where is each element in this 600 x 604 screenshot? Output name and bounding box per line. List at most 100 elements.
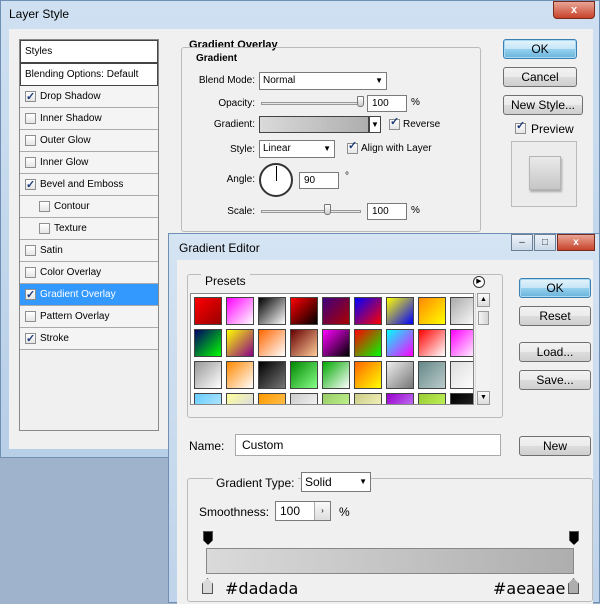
preset-swatch[interactable] [290,393,318,404]
preset-swatch[interactable] [226,329,254,357]
smoothness-input[interactable]: 100 › [275,501,331,521]
style-checkbox[interactable] [39,201,50,212]
preset-swatch[interactable] [386,393,414,404]
blend-mode-select[interactable]: Normal ▼ [259,72,387,90]
name-input[interactable]: Custom [235,434,501,456]
preset-swatch[interactable] [418,361,446,389]
preset-swatch[interactable] [194,329,222,357]
presets-scrollbar[interactable]: ▲ ▼ [475,293,490,405]
angle-input[interactable]: 90 [299,172,339,189]
style-item-texture[interactable]: Texture [20,218,158,240]
ok-button[interactable]: OK [519,278,591,298]
style-item-outer-glow[interactable]: Outer Glow [20,130,158,152]
style-item-satin[interactable]: Satin [20,240,158,262]
preset-swatch[interactable] [258,393,286,404]
style-checkbox[interactable] [25,267,36,278]
scrollbar-thumb[interactable] [478,311,489,325]
style-item-stroke[interactable]: Stroke [20,328,158,350]
layer-style-titlebar[interactable]: Layer Style x [1,1,599,27]
gradient-dropdown[interactable]: ▼ [369,116,381,133]
preset-swatch[interactable] [290,329,318,357]
style-checkbox[interactable] [25,135,36,146]
style-checkbox[interactable] [25,329,36,350]
style-item-contour[interactable]: Contour [20,196,158,218]
preset-swatch[interactable] [226,393,254,404]
scale-slider-thumb[interactable] [323,204,331,215]
close-icon[interactable]: x [553,1,595,19]
preset-swatch[interactable] [322,329,350,357]
preset-swatch[interactable] [354,297,382,325]
style-item-inner-shadow[interactable]: Inner Shadow [20,108,158,130]
preset-swatch[interactable] [258,297,286,325]
preset-swatch[interactable] [322,297,350,325]
preset-swatch[interactable] [386,297,414,325]
preset-swatch[interactable] [226,361,254,389]
style-checkbox[interactable] [25,311,36,322]
preset-swatch[interactable] [194,361,222,389]
style-item-color-overlay[interactable]: Color Overlay [20,262,158,284]
scroll-up-icon[interactable]: ▲ [477,293,490,307]
align-with-layer-checkbox[interactable] [347,139,358,154]
style-checkbox[interactable] [25,245,36,256]
preset-swatch[interactable] [418,329,446,357]
style-checkbox[interactable] [25,87,36,108]
preset-swatch[interactable] [386,329,414,357]
load-button[interactable]: Load... [519,342,591,362]
preset-swatch[interactable] [386,361,414,389]
reset-button[interactable]: Reset [519,306,591,326]
preset-swatch[interactable] [322,393,350,404]
angle-dial[interactable] [259,163,293,197]
opacity-slider[interactable] [261,102,361,105]
gradient-type-select[interactable]: Solid ▼ [301,472,371,492]
opacity-input[interactable]: 100 [367,95,407,112]
smoothness-stepper-icon[interactable]: › [314,502,330,520]
preset-swatch[interactable] [354,361,382,389]
preset-swatch[interactable] [450,329,473,357]
style-item-inner-glow[interactable]: Inner Glow [20,152,158,174]
presets-menu-icon[interactable]: ▶ [473,276,485,288]
style-checkbox[interactable] [25,175,36,196]
style-checkbox[interactable] [25,285,36,306]
preset-swatch[interactable] [290,297,318,325]
maximize-icon[interactable]: □ [534,234,556,251]
style-checkbox[interactable] [25,157,36,168]
preset-swatch[interactable] [290,361,318,389]
preset-swatch[interactable] [226,297,254,325]
style-item-gradient-overlay[interactable]: Gradient Overlay [20,284,158,306]
gradient-swatch[interactable] [259,116,369,133]
gradient-preview-bar[interactable] [206,548,574,574]
new-button[interactable]: New [519,436,591,456]
preset-swatch[interactable] [418,297,446,325]
preset-swatch[interactable] [354,393,382,404]
preset-swatch[interactable] [418,393,446,404]
close-icon[interactable]: x [557,234,595,251]
preview-checkbox[interactable] [515,119,526,134]
style-checkbox[interactable] [39,223,50,234]
minimize-icon[interactable]: – [511,234,533,251]
preset-swatch[interactable] [194,393,222,404]
new-style-button[interactable]: New Style... [503,95,583,115]
preset-swatch[interactable] [450,361,473,389]
style-select[interactable]: Linear ▼ [259,140,335,158]
styles-header[interactable]: Styles [20,40,158,63]
scroll-down-icon[interactable]: ▼ [477,391,490,405]
style-item-pattern-overlay[interactable]: Pattern Overlay [20,306,158,328]
style-item-bevel-and-emboss[interactable]: Bevel and Emboss [20,174,158,196]
cancel-button[interactable]: Cancel [503,67,577,87]
style-checkbox[interactable] [25,113,36,124]
preset-swatch[interactable] [450,297,473,325]
ok-button[interactable]: OK [503,39,577,59]
reverse-checkbox[interactable] [389,115,400,130]
preset-swatch[interactable] [258,361,286,389]
preset-swatch[interactable] [322,361,350,389]
scale-input[interactable]: 100 [367,203,407,220]
blending-options-item[interactable]: Blending Options: Default [20,63,158,86]
scale-slider[interactable] [261,210,361,213]
preset-swatch[interactable] [354,329,382,357]
opacity-slider-thumb[interactable] [357,96,364,107]
preset-swatch[interactable] [450,393,473,404]
preset-swatch[interactable] [194,297,222,325]
preset-swatch[interactable] [258,329,286,357]
save-button[interactable]: Save... [519,370,591,390]
style-item-drop-shadow[interactable]: Drop Shadow [20,86,158,108]
